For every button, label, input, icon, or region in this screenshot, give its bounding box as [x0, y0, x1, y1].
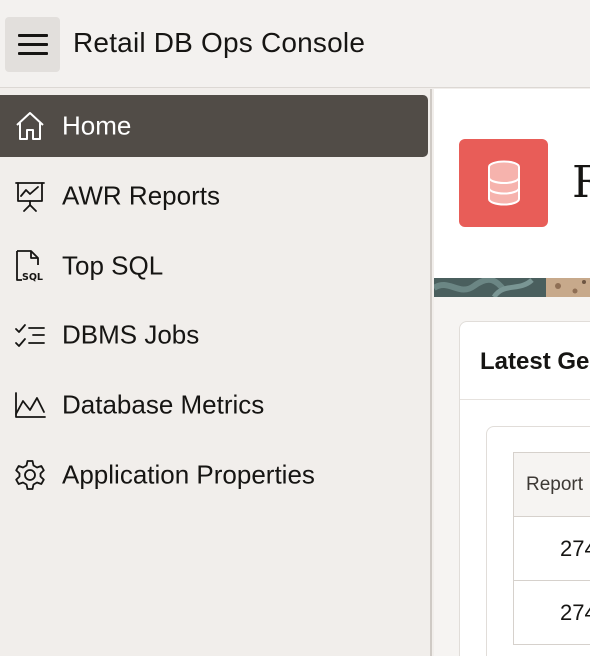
content-region: Latest Ge Report 274 274	[434, 297, 590, 656]
sidebar-item-top-sql[interactable]: SQL Top SQL	[0, 235, 428, 297]
sidebar-item-label: DBMS Jobs	[62, 319, 200, 350]
checklist-icon	[13, 318, 47, 352]
decorative-banner	[434, 278, 590, 297]
report-table: Report 274 274	[513, 452, 590, 645]
sidebar-item-label: Database Metrics	[62, 389, 265, 420]
sidebar-item-home[interactable]: Home	[0, 95, 428, 157]
hamburger-menu-icon[interactable]	[5, 17, 60, 72]
sidebar-item-database-metrics[interactable]: Database Metrics	[0, 374, 428, 436]
sidebar-item-dbms-jobs[interactable]: DBMS Jobs	[0, 304, 428, 366]
sidebar-item-label: Top SQL	[62, 250, 164, 281]
page-title: R	[572, 157, 590, 208]
latest-reports-card: Latest Ge Report 274 274	[459, 321, 590, 656]
table-row[interactable]: 274	[514, 581, 590, 645]
home-icon	[13, 109, 47, 143]
top-bar: Retail DB Ops Console	[0, 0, 590, 88]
sql-file-icon: SQL	[13, 249, 47, 283]
sidebar-nav: Home AWR Reports SQL Top SQL DBMS Jobs D…	[0, 89, 432, 656]
report-region: Report 274 274	[486, 426, 590, 656]
card-title: Latest Ge	[480, 348, 590, 375]
gear-icon	[13, 458, 47, 492]
sidebar-item-label: Home	[62, 110, 132, 141]
table-row[interactable]: 274	[514, 517, 590, 581]
column-header-report[interactable]: Report	[514, 453, 590, 517]
sidebar-item-label: AWR Reports	[62, 180, 220, 211]
sidebar-item-label: Application Properties	[62, 459, 315, 490]
svg-text:SQL: SQL	[22, 272, 43, 283]
database-icon	[459, 139, 548, 227]
main-content: R Latest Ge Report 274 274	[434, 89, 590, 656]
card-divider	[460, 399, 590, 400]
line-chart-icon	[13, 388, 47, 422]
sidebar-item-awr-reports[interactable]: AWR Reports	[0, 165, 428, 227]
presentation-chart-icon	[13, 179, 47, 213]
sidebar-item-application-properties[interactable]: Application Properties	[0, 444, 428, 506]
app-title[interactable]: Retail DB Ops Console	[73, 27, 365, 59]
